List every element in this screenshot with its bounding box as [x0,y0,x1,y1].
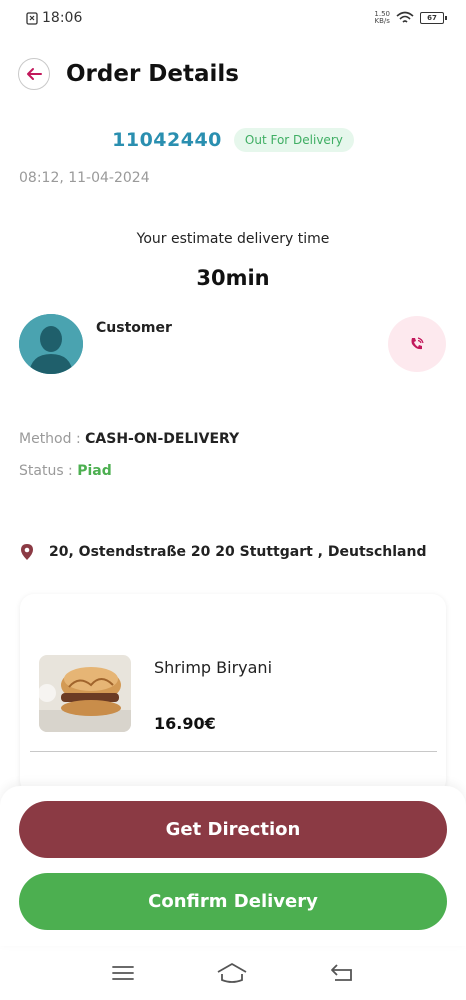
arrow-left-icon [27,68,42,80]
menu-icon[interactable] [111,964,135,982]
call-button[interactable] [388,316,446,372]
delivery-address: 20, Ostendstraße 20 20 Stuttgart , Deuts… [19,543,426,561]
home-icon[interactable] [216,962,248,984]
confirm-delivery-button[interactable]: Confirm Delivery [19,873,447,930]
user-silhouette-icon [19,314,83,374]
network-speed: 1.50 KB/s [374,10,390,25]
status-label: Status : [19,463,73,479]
status-left: 18:06 [26,10,82,26]
payment-status: Status : Piad [19,463,112,479]
order-items-card: Shrimp Biryani 16.90€ [20,594,446,794]
item-price: 16.90€ [154,714,216,733]
status-right: 1.50 KB/s 67 [374,10,447,25]
header: Order Details [18,54,239,94]
page-title: Order Details [66,61,239,87]
order-summary: 11042440 Out For Delivery [0,128,466,152]
status-value: Piad [77,463,112,479]
burger-image [39,655,131,732]
status-badge: Out For Delivery [233,128,354,152]
estimate-time: 30min [196,266,270,290]
battery-icon: 67 [420,12,447,24]
clock: 18:06 [42,10,83,26]
get-direction-button[interactable]: Get Direction [19,801,447,858]
order-id: 11042440 [112,129,222,151]
customer-name: Customer [96,320,172,336]
phone-icon [411,337,424,350]
wifi-icon [396,11,414,23]
address-text: 20, Ostendstraße 20 20 Stuttgart , Deuts… [49,544,427,560]
order-datetime: 08:12, 11-04-2024 [19,170,150,186]
method-label: Method : [19,431,81,447]
location-pin-icon [21,544,33,560]
estimate-label: Your estimate delivery time [136,231,330,247]
back-button[interactable] [18,58,50,90]
back-nav-icon[interactable] [329,963,355,983]
method-value: CASH-ON-DELIVERY [85,431,240,447]
avatar [19,314,83,374]
status-bar: 18:06 1.50 KB/s 67 [0,0,466,36]
item-name: Shrimp Biryani [154,658,273,677]
item-image [39,655,131,732]
payment-method: Method : CASH-ON-DELIVERY [19,431,239,447]
notification-icon [26,11,38,25]
system-nav-bar [0,946,466,1000]
item-divider [30,751,437,752]
